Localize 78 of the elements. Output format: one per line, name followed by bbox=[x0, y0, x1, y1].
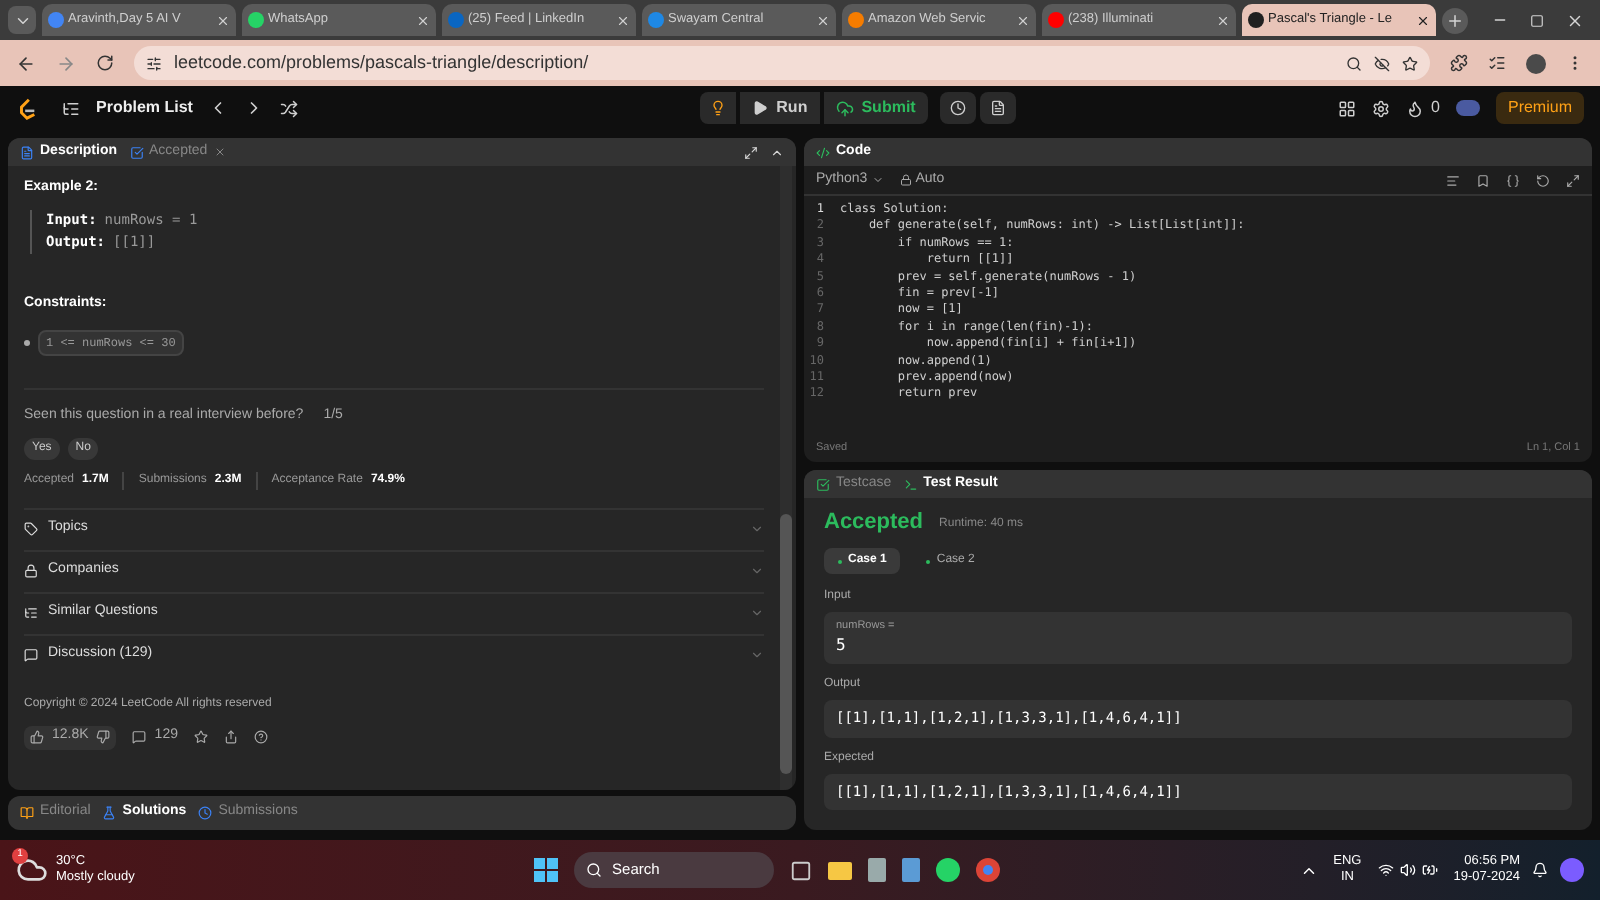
shuffle-icon[interactable] bbox=[280, 99, 299, 117]
lightbulb-icon bbox=[710, 100, 727, 116]
code-icon bbox=[816, 145, 830, 159]
logo-icon[interactable] bbox=[16, 97, 38, 119]
debug-button[interactable] bbox=[700, 92, 737, 124]
streak-icon[interactable] bbox=[1405, 99, 1424, 117]
help-icon[interactable] bbox=[253, 730, 268, 744]
run-button[interactable]: Run bbox=[740, 92, 820, 124]
submit-button[interactable]: Submit bbox=[823, 92, 928, 124]
plus-icon bbox=[1446, 11, 1464, 29]
battery-icon[interactable] bbox=[1421, 862, 1438, 878]
address-field[interactable]: leetcode.com/problems/pascals-triangle/description/ bbox=[134, 46, 1430, 80]
check-square-icon bbox=[816, 477, 830, 491]
chevron-down-icon bbox=[750, 606, 764, 620]
maximize-icon[interactable] bbox=[1530, 13, 1544, 27]
bullet-icon bbox=[24, 340, 30, 346]
play-icon bbox=[752, 100, 769, 116]
notes-button[interactable] bbox=[979, 92, 1016, 124]
collapse-icon[interactable] bbox=[770, 145, 784, 159]
timer-button[interactable] bbox=[939, 92, 976, 124]
chevron-down-icon bbox=[750, 648, 764, 662]
weather-icon[interactable] bbox=[16, 854, 48, 886]
list-icon bbox=[24, 606, 38, 620]
clock-icon bbox=[198, 806, 213, 820]
lock-icon bbox=[24, 564, 38, 578]
eye-off-icon[interactable] bbox=[1374, 55, 1390, 71]
task-view-icon[interactable] bbox=[790, 859, 813, 881]
braces-icon[interactable] bbox=[1506, 173, 1520, 187]
folder-icon[interactable] bbox=[828, 860, 853, 880]
clock-icon bbox=[949, 100, 966, 116]
share-icon[interactable] bbox=[223, 730, 238, 744]
chevron-down-icon bbox=[750, 522, 764, 536]
site-info-icon[interactable] bbox=[146, 55, 162, 71]
search-icon[interactable] bbox=[1346, 55, 1362, 71]
flask-icon bbox=[102, 806, 117, 820]
layout-icon[interactable] bbox=[1337, 99, 1356, 117]
comment-icon[interactable] bbox=[132, 730, 147, 744]
wifi-icon[interactable] bbox=[1377, 862, 1394, 878]
note-icon bbox=[989, 100, 1006, 116]
scrollbar[interactable] bbox=[780, 166, 792, 790]
star-icon[interactable] bbox=[193, 730, 208, 744]
chevron-down-icon bbox=[871, 174, 884, 186]
premium-button[interactable]: Premium bbox=[1495, 92, 1584, 124]
tab-search-button[interactable] bbox=[8, 6, 36, 34]
bookmark-icon[interactable] bbox=[1476, 173, 1490, 187]
streak-count: 0 bbox=[1431, 96, 1440, 120]
windows-start-icon[interactable] bbox=[534, 858, 559, 882]
thumbs-down-icon[interactable] bbox=[96, 730, 111, 744]
chevron-down-icon bbox=[750, 564, 764, 578]
cloud-upload-icon bbox=[835, 99, 854, 117]
back-icon[interactable] bbox=[16, 53, 36, 73]
bell-icon[interactable] bbox=[1532, 862, 1548, 878]
volume-icon[interactable] bbox=[1399, 862, 1416, 878]
tag-icon bbox=[24, 522, 38, 536]
extensions-icon[interactable] bbox=[1450, 54, 1468, 72]
chat-icon bbox=[24, 648, 38, 662]
verdict-text: Accepted bbox=[824, 512, 924, 534]
search-icon bbox=[586, 862, 603, 878]
url-text: leetcode.com/problems/pascals-triangle/description/ bbox=[174, 49, 591, 76]
format-icon[interactable] bbox=[1446, 173, 1460, 187]
terminal-icon bbox=[903, 477, 918, 491]
maximize-icon[interactable] bbox=[744, 145, 758, 159]
book-icon bbox=[20, 806, 34, 820]
list-icon bbox=[62, 99, 80, 117]
reload-icon[interactable] bbox=[96, 54, 114, 72]
check-square-icon bbox=[129, 145, 144, 159]
reset-icon[interactable] bbox=[1536, 173, 1550, 187]
lock-icon bbox=[899, 174, 912, 186]
document-icon bbox=[20, 145, 34, 159]
bookmark-star-icon[interactable] bbox=[1402, 55, 1418, 71]
maximize-icon[interactable] bbox=[1566, 173, 1580, 187]
profile-avatar-icon[interactable] bbox=[1526, 53, 1546, 73]
close-icon[interactable] bbox=[1416, 13, 1430, 27]
input-value: 5 bbox=[836, 634, 848, 659]
problem-list-link[interactable]: Problem List bbox=[96, 96, 193, 120]
thumbs-up-icon[interactable] bbox=[30, 730, 44, 744]
settings-icon[interactable] bbox=[1371, 99, 1390, 117]
new-tab-button[interactable] bbox=[1442, 7, 1468, 33]
